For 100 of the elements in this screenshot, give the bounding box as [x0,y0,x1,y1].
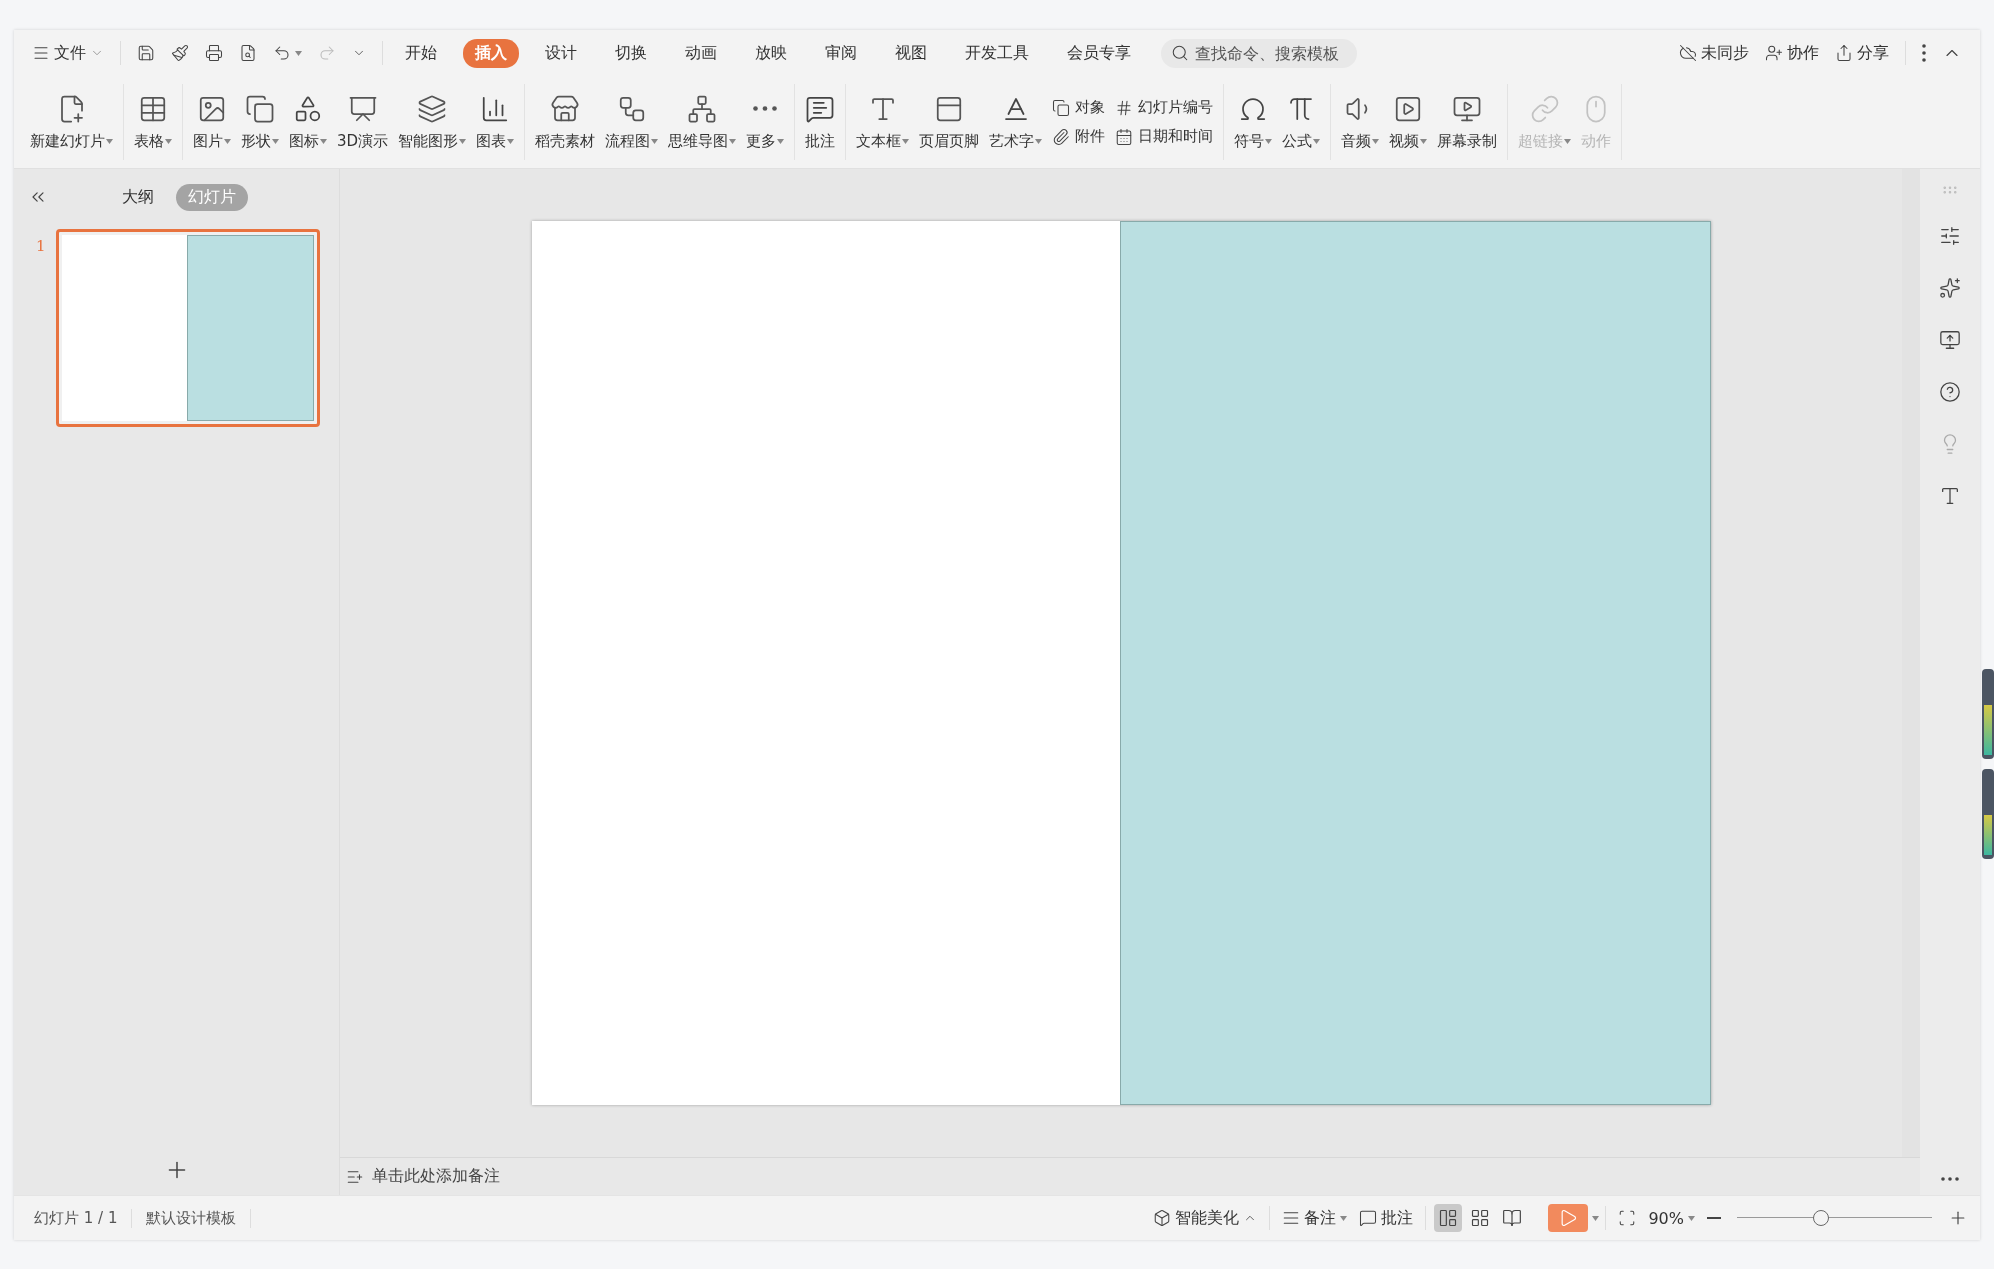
book-icon [1502,1208,1523,1228]
minus-icon [1707,1217,1721,1219]
caret-icon [165,138,172,144]
ribbon-button[interactable]: 表格 [130,89,176,155]
mind-map-icon [687,93,718,124]
ribbon-tab[interactable]: 切换 [603,38,659,68]
header-action[interactable]: 协作 [1759,38,1825,68]
ribbon-button[interactable]: 公式 [1278,89,1325,155]
grid-icon [1470,1208,1491,1228]
ribbon-tab[interactable]: 审阅 [813,38,869,68]
share-icon [1835,44,1853,62]
user-plus-icon [1765,44,1783,62]
print-preview-icon [239,44,257,62]
caret-icon [729,138,737,144]
slider-thumb[interactable] [1812,1210,1829,1226]
caret-icon [1592,1215,1600,1221]
slide-thumbnail[interactable] [55,229,320,427]
caret-icon [1688,1215,1695,1221]
layers-icon [417,93,448,124]
zoom-dropdown[interactable]: 90% [1642,1204,1701,1232]
undo-icon [273,44,291,62]
caret-icon [1313,138,1321,144]
more-icon [753,106,778,111]
screen-icon [1939,329,1961,351]
ribbon-button[interactable]: 稻壳素材 [531,89,600,155]
beautify-button[interactable]: 智能美化 [1147,1203,1264,1233]
ribbon-button[interactable]: 流程图 [601,89,663,155]
ribbon-button[interactable]: 更多 [742,89,789,155]
header-action[interactable]: 未同步 [1673,38,1755,68]
caret-icon [1340,1215,1348,1221]
level-meter-icon [1982,669,1994,759]
comment-icon [1359,1209,1378,1227]
ribbon-tab[interactable]: 视图 [883,38,939,68]
ribbon-button[interactable]: 音频 [1337,89,1384,155]
search-field[interactable]: 查找命令、搜索模板 [1161,38,1357,68]
ribbon-button[interactable]: 符号 [1230,89,1277,155]
menu-icon [32,44,50,62]
search-icon [1171,44,1189,62]
ribbon-button[interactable]: 批注 [801,89,840,155]
calendar-icon [1115,127,1134,146]
ribbon-tab[interactable]: 开发工具 [953,38,1041,68]
ribbon-button[interactable]: 视频 [1385,89,1432,155]
ribbon-button[interactable]: 形状 [237,89,283,155]
more-icon [1922,44,1926,62]
link-icon [1529,93,1560,124]
notes-prompt[interactable]: 单击此处添加备注 [340,1157,1920,1195]
caret-icon [1372,138,1380,144]
ribbon-button[interactable]: 幻灯片编号 [1115,98,1214,117]
ribbon-button[interactable]: 图片 [189,89,235,155]
ribbon-tab[interactable]: 设计 [533,38,589,68]
hash-icon [1115,98,1134,117]
paperclip-icon [1052,127,1071,146]
caret-icon [777,139,785,144]
ribbon-button[interactable]: 页眉页脚 [915,89,984,155]
comments-button[interactable]: 批注 [1353,1203,1420,1233]
star-icon [1939,277,1961,299]
ribbon-tab[interactable]: 放映 [743,38,799,68]
ribbon-tab[interactable]: 开始 [393,38,449,68]
ribbon-tab[interactable]: 会员专享 [1055,38,1143,68]
file-menu[interactable]: 文件 [26,38,110,68]
caret-icon [1564,138,1572,144]
lines-icon [1282,1209,1301,1227]
notes-button[interactable]: 备注 [1276,1203,1354,1233]
view-button[interactable] [1434,1204,1463,1232]
ribbon-button[interactable]: 新建幻灯片 [26,89,117,155]
caret-icon [1035,138,1043,144]
caret-icon [651,138,659,144]
brush-icon [171,44,189,62]
caret-icon [1420,138,1428,144]
more-icon [1941,1177,1959,1181]
ribbon-button[interactable]: 思维导图 [664,89,741,155]
status-text: 默认设计模板 [132,1208,252,1228]
caret-icon [224,138,231,144]
ribbon-button[interactable]: 智能图形 [394,89,471,155]
square-circle-icon [245,93,275,124]
ribbon-button[interactable]: 艺术字 [985,89,1047,155]
ribbon-button[interactable]: 附件 [1052,127,1106,146]
caret-icon [272,138,279,144]
print-icon [205,44,223,62]
ribbon-button[interactable]: 屏幕录制 [1433,89,1502,155]
cloud-icon [1679,44,1697,62]
normal-view-icon [1438,1208,1459,1228]
ribbon-button[interactable]: 图表 [472,89,519,155]
store-icon [550,93,581,124]
caret-icon [902,138,910,144]
scrollbar[interactable] [1902,169,1920,1157]
ribbon-button[interactable]: 3D演示 [333,89,393,155]
caret-icon [320,138,327,144]
ribbon-button[interactable]: 对象 [1052,98,1106,117]
save-icon [137,44,155,62]
caret-icon [295,50,302,56]
caret-icon [1265,138,1273,144]
panel-tab[interactable]: 大纲 [110,183,166,211]
header-action[interactable]: 分享 [1829,38,1895,68]
ribbon-tab[interactable]: 动画 [673,38,729,68]
slide-number: 1 [36,236,46,255]
ribbon-button[interactable]: 文本框 [852,89,914,155]
help-icon [1939,381,1961,403]
ribbon-button[interactable]: 图标 [285,89,331,155]
ribbon-button[interactable]: 日期和时间 [1115,127,1214,146]
